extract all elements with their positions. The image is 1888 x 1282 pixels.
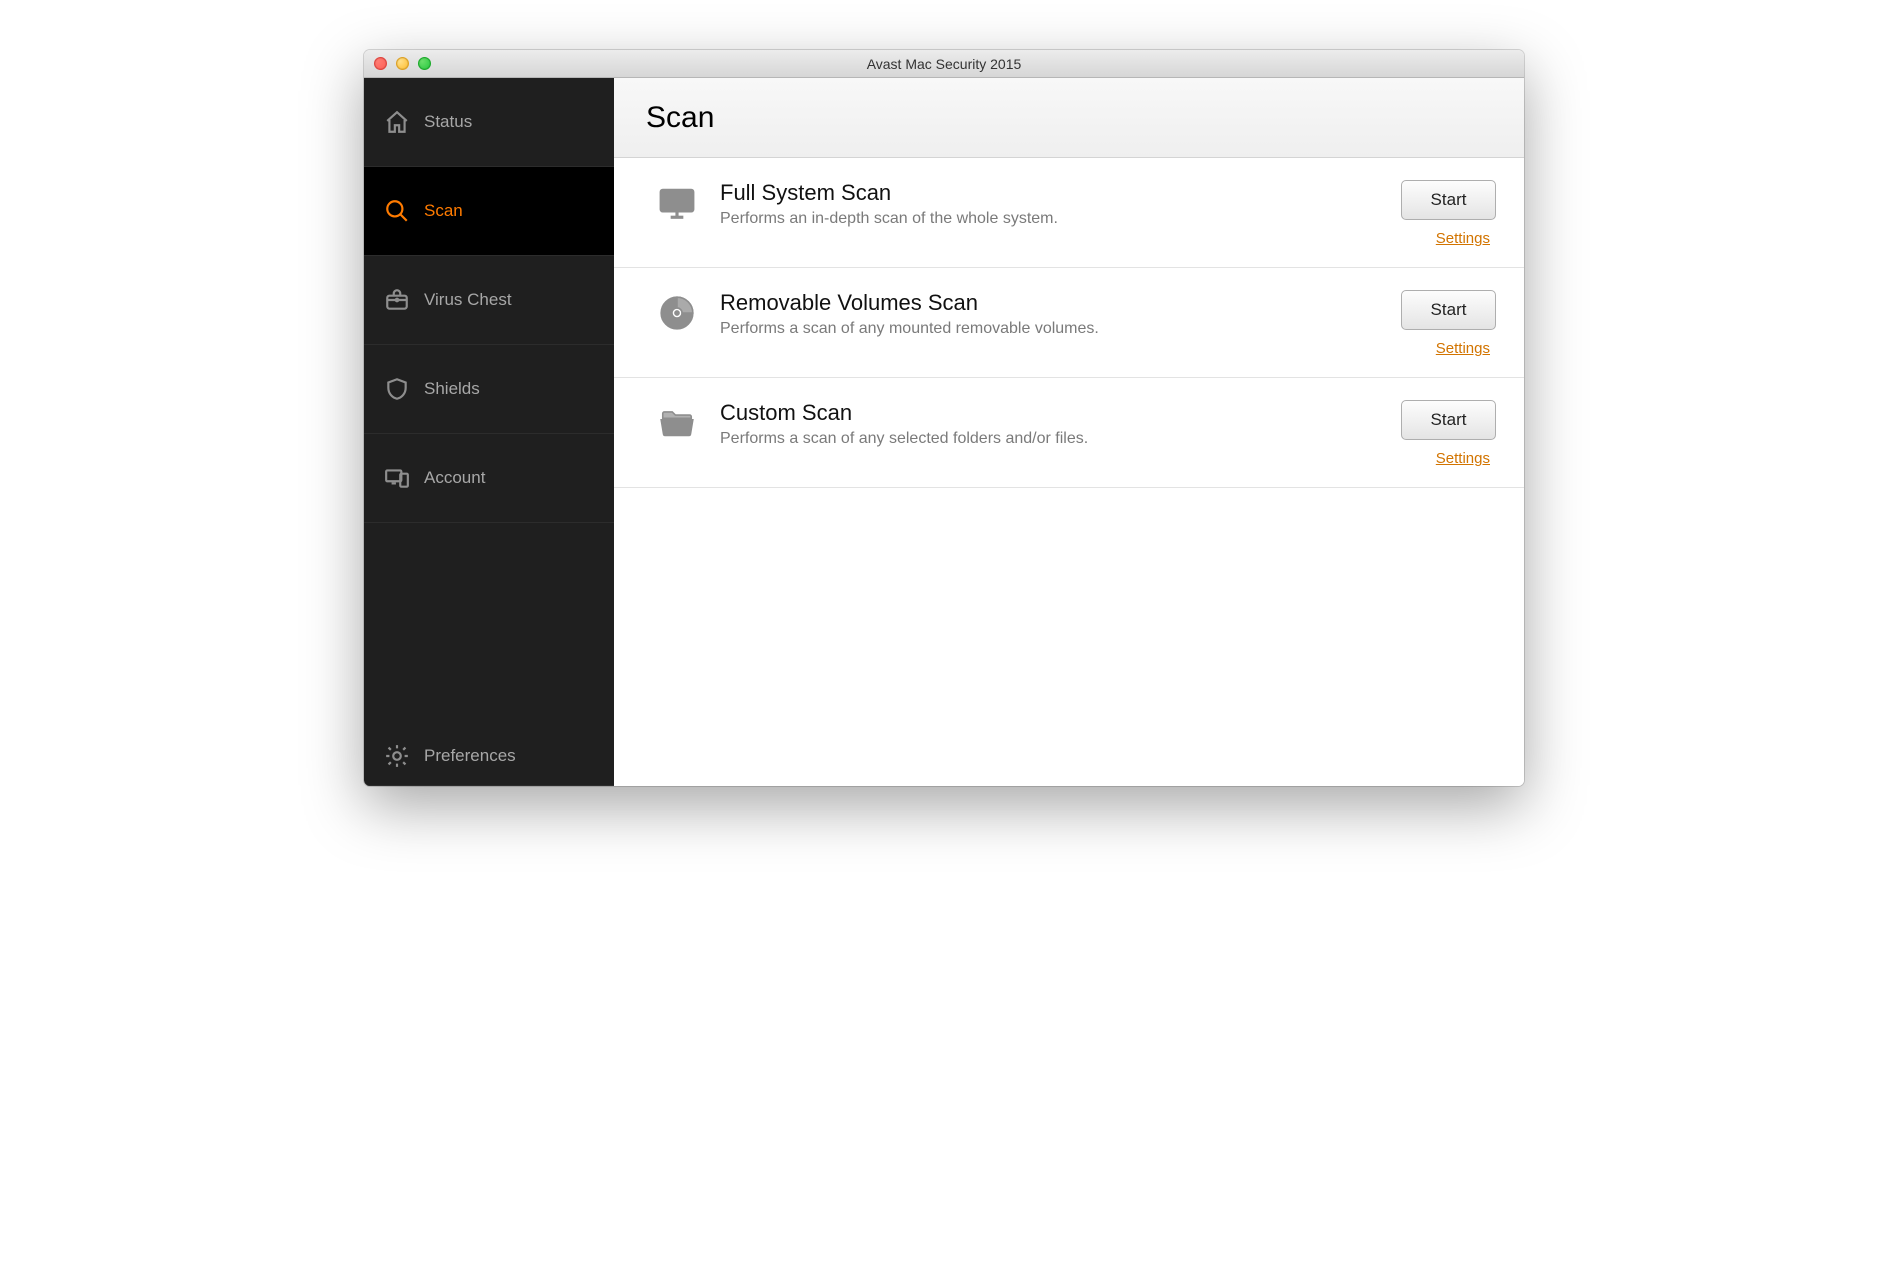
- scan-list: Full System Scan Performs an in-depth sc…: [614, 158, 1524, 488]
- scan-title: Full System Scan: [720, 180, 1401, 206]
- sidebar-spacer: [364, 523, 614, 726]
- scan-title: Removable Volumes Scan: [720, 290, 1401, 316]
- scan-row-full-system: Full System Scan Performs an in-depth sc…: [614, 158, 1524, 268]
- titlebar: Avast Mac Security 2015: [364, 50, 1524, 78]
- disc-icon: [656, 294, 698, 332]
- scan-row-custom: Custom Scan Performs a scan of any selec…: [614, 378, 1524, 488]
- shield-icon: [384, 376, 410, 402]
- sidebar-item-virus-chest[interactable]: Virus Chest: [364, 256, 614, 345]
- scan-title: Custom Scan: [720, 400, 1401, 426]
- home-icon: [384, 109, 410, 135]
- start-button[interactable]: Start: [1401, 180, 1496, 220]
- main-area: Scan Full System Scan Performs an in-d: [614, 78, 1524, 786]
- sidebar-item-label: Shields: [424, 379, 480, 399]
- close-button[interactable]: [374, 57, 387, 70]
- scan-actions: Start Settings: [1401, 400, 1496, 467]
- sidebar-item-label: Account: [424, 468, 485, 488]
- sidebar-item-scan[interactable]: Scan: [364, 167, 614, 256]
- app-window: Avast Mac Security 2015 Status: [364, 50, 1524, 786]
- scan-row-removable-volumes: Removable Volumes Scan Performs a scan o…: [614, 268, 1524, 378]
- monitor-icon: [656, 184, 698, 222]
- page-title: Scan: [646, 101, 714, 135]
- settings-link[interactable]: Settings: [1436, 340, 1496, 357]
- scan-actions: Start Settings: [1401, 180, 1496, 247]
- scan-actions: Start Settings: [1401, 290, 1496, 357]
- start-button[interactable]: Start: [1401, 400, 1496, 440]
- minimize-button[interactable]: [396, 57, 409, 70]
- traffic-lights: [374, 57, 431, 70]
- sidebar-item-label: Scan: [424, 201, 463, 221]
- sidebar: Status Scan: [364, 78, 614, 786]
- folder-icon: [656, 404, 698, 442]
- sidebar-item-label: Status: [424, 112, 472, 132]
- scan-desc: Performs a scan of any mounted removable…: [720, 320, 1401, 338]
- scan-desc: Performs a scan of any selected folders …: [720, 430, 1401, 448]
- sidebar-item-label: Virus Chest: [424, 290, 512, 310]
- chest-icon: [384, 287, 410, 313]
- window-body: Status Scan: [364, 78, 1524, 786]
- sidebar-item-shields[interactable]: Shields: [364, 345, 614, 434]
- start-button[interactable]: Start: [1401, 290, 1496, 330]
- window-title: Avast Mac Security 2015: [364, 56, 1524, 72]
- sidebar-item-label: Preferences: [424, 746, 516, 766]
- gear-icon: [384, 743, 410, 769]
- scan-text: Removable Volumes Scan Performs a scan o…: [698, 290, 1401, 338]
- settings-link[interactable]: Settings: [1436, 450, 1496, 467]
- settings-link[interactable]: Settings: [1436, 230, 1496, 247]
- sidebar-item-account[interactable]: Account: [364, 434, 614, 523]
- main-header: Scan: [614, 78, 1524, 158]
- scan-desc: Performs an in-depth scan of the whole s…: [720, 210, 1401, 228]
- sidebar-item-status[interactable]: Status: [364, 78, 614, 167]
- scan-text: Full System Scan Performs an in-depth sc…: [698, 180, 1401, 228]
- sidebar-item-preferences[interactable]: Preferences: [364, 726, 614, 786]
- devices-icon: [384, 465, 410, 491]
- scan-text: Custom Scan Performs a scan of any selec…: [698, 400, 1401, 448]
- search-icon: [384, 198, 410, 224]
- zoom-button[interactable]: [418, 57, 431, 70]
